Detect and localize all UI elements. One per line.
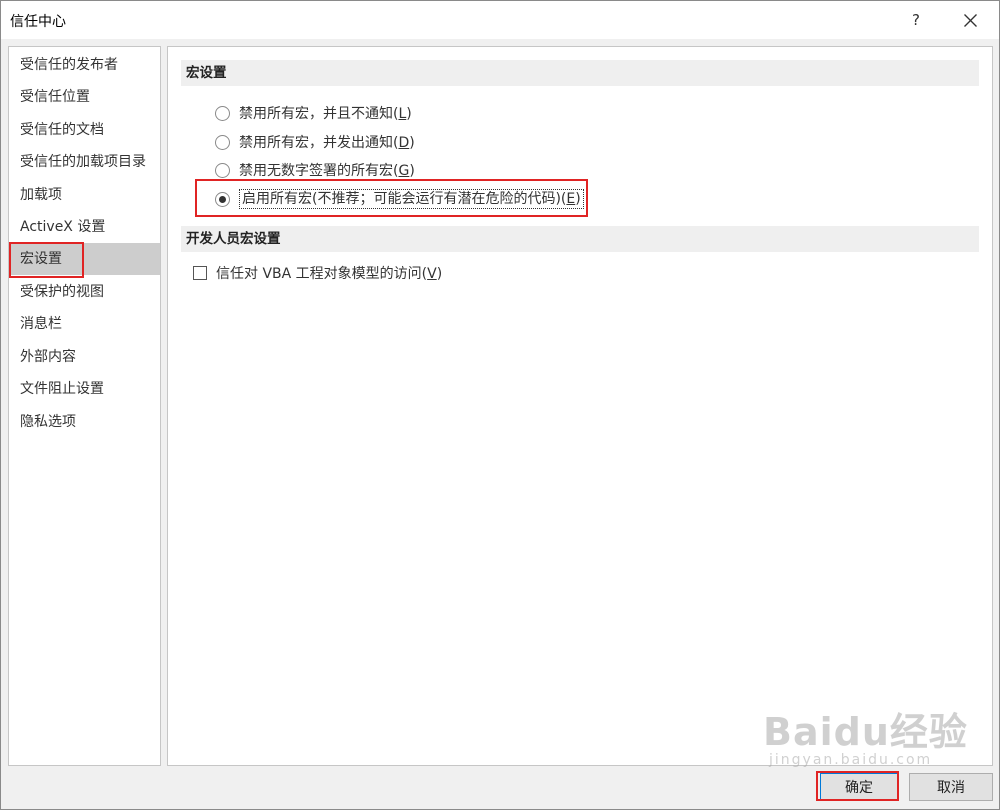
radio-disable-all-no-notify[interactable]: 禁用所有宏，并且不通知(L) xyxy=(215,102,412,124)
ok-button[interactable]: 确定 xyxy=(820,773,898,801)
radio-label: 禁用所有宏，并且不通知(L) xyxy=(239,106,412,122)
close-button[interactable] xyxy=(947,1,993,39)
trust-center-dialog: 信任中心 ? 受信任的发布者 受信任位置 受信任的文档 受信任的加载项目录 加载… xyxy=(0,0,1000,810)
radio-circle-checked[interactable] xyxy=(215,191,230,207)
sidebar-item-trusted-locations[interactable]: 受信任位置 xyxy=(9,81,160,113)
developer-macro-settings-header: 开发人员宏设置 xyxy=(181,226,979,252)
sidebar-item-trusted-publishers[interactable]: 受信任的发布者 xyxy=(9,49,160,81)
sidebar-item-external-content[interactable]: 外部内容 xyxy=(9,341,160,373)
checkbox[interactable] xyxy=(193,266,207,280)
checkbox-label: 信任对 VBA 工程对象模型的访问(V) xyxy=(216,266,443,282)
title-bar: 信任中心 ? xyxy=(1,1,999,39)
sidebar-item-file-block-settings[interactable]: 文件阻止设置 xyxy=(9,373,160,405)
sidebar-item-trusted-documents[interactable]: 受信任的文档 xyxy=(9,114,160,146)
dialog-title: 信任中心 xyxy=(10,14,66,30)
sidebar-item-trusted-addin-catalogs[interactable]: 受信任的加载项目录 xyxy=(9,146,160,178)
radio-disable-unsigned[interactable]: 禁用无数字签署的所有宏(G) xyxy=(215,159,415,181)
sidebar-nav: 受信任的发布者 受信任位置 受信任的文档 受信任的加载项目录 加载项 Activ… xyxy=(8,46,161,766)
sidebar-item-privacy-options[interactable]: 隐私选项 xyxy=(9,406,160,438)
cancel-button[interactable]: 取消 xyxy=(909,773,993,801)
radio-circle[interactable] xyxy=(215,162,230,178)
macro-settings-header: 宏设置 xyxy=(181,60,979,86)
help-button[interactable]: ? xyxy=(893,1,939,39)
sidebar-item-macro-settings[interactable]: 宏设置 xyxy=(9,243,160,275)
radio-enable-all[interactable]: 启用所有宏(不推荐；可能会运行有潜在危险的代码)(E) xyxy=(215,188,584,210)
content-panel: 宏设置 禁用所有宏，并且不通知(L) 禁用所有宏，并发出通知(D) 禁用无数字签… xyxy=(167,46,993,766)
trust-vba-access-checkbox-row[interactable]: 信任对 VBA 工程对象模型的访问(V) xyxy=(193,262,442,284)
radio-label: 禁用所有宏，并发出通知(D) xyxy=(239,135,415,151)
sidebar-item-activex-settings[interactable]: ActiveX 设置 xyxy=(9,211,160,243)
radio-circle[interactable] xyxy=(215,134,230,150)
radio-circle[interactable] xyxy=(215,105,230,121)
radio-disable-all-notify[interactable]: 禁用所有宏，并发出通知(D) xyxy=(215,131,415,153)
radio-label: 启用所有宏(不推荐；可能会运行有潜在危险的代码)(E) xyxy=(239,189,584,209)
close-icon xyxy=(963,13,977,27)
radio-label: 禁用无数字签署的所有宏(G) xyxy=(239,163,415,179)
sidebar-item-protected-view[interactable]: 受保护的视图 xyxy=(9,276,160,308)
sidebar-item-message-bar[interactable]: 消息栏 xyxy=(9,308,160,340)
sidebar-item-addins[interactable]: 加载项 xyxy=(9,179,160,211)
